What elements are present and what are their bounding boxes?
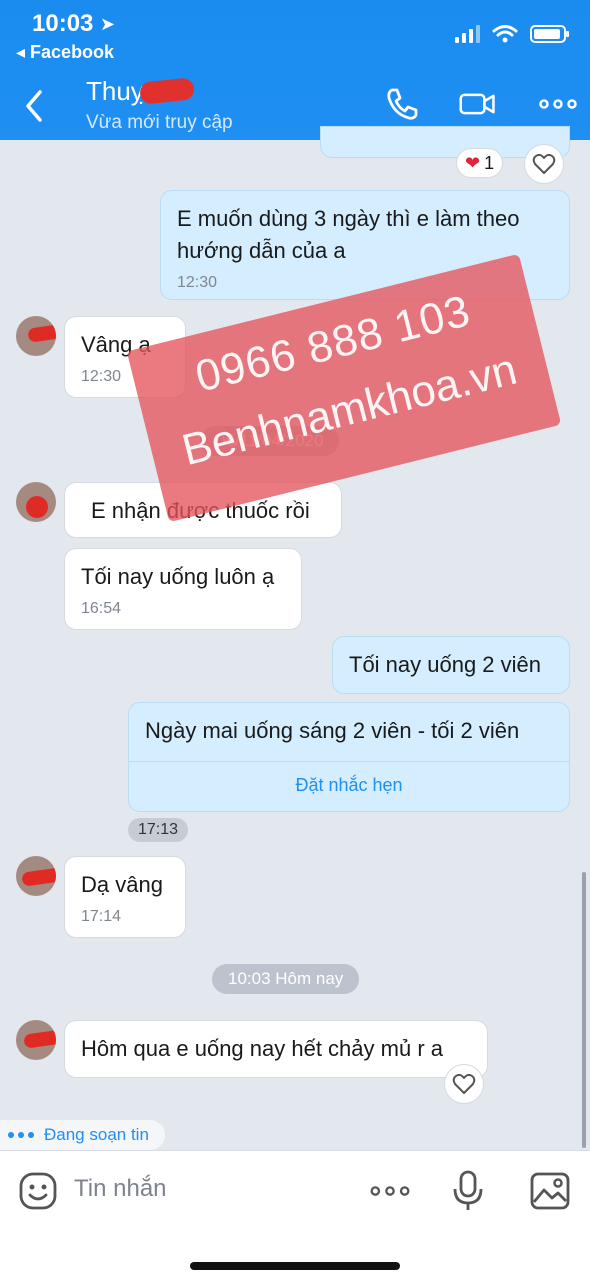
- composer: Tin nhắn: [0, 1150, 590, 1280]
- avatar[interactable]: [16, 856, 56, 896]
- battery-icon: [530, 25, 569, 43]
- contact-name[interactable]: Thuỵ: [86, 76, 144, 107]
- message-text: Ngày mai uống sáng 2 viên - tối 2 viên: [145, 718, 520, 743]
- signal-icon: [455, 25, 480, 43]
- phone-icon[interactable]: [382, 84, 422, 124]
- message-text: E nhận được thuốc rồi: [91, 498, 310, 523]
- home-indicator[interactable]: [190, 1262, 400, 1270]
- status-time: 10:03: [32, 10, 94, 37]
- status-icons: [455, 24, 569, 44]
- react-button[interactable]: [444, 1064, 484, 1104]
- location-arrow-icon: ➤: [100, 14, 116, 34]
- date-separator: 05/11/04/2020: [200, 426, 340, 456]
- scrollbar[interactable]: [582, 872, 586, 1148]
- react-button[interactable]: [524, 144, 564, 184]
- reaction-badge[interactable]: ❤ 1: [456, 148, 504, 178]
- message-time: 16:54: [81, 600, 122, 617]
- back-to-app-link[interactable]: ◂ Facebook: [16, 42, 114, 63]
- message-bubble-incoming[interactable]: Hôm qua e uống nay hết chảy mủ r a: [64, 1020, 488, 1078]
- back-icon[interactable]: [20, 86, 50, 126]
- video-icon[interactable]: [458, 84, 498, 124]
- set-reminder-link[interactable]: Đặt nhắc hẹn: [145, 774, 553, 796]
- date-separator: 10:03 Hôm nay: [212, 964, 360, 994]
- message-bubble-incoming[interactable]: Tối nay uống luôn ạ 16:54: [64, 548, 302, 630]
- image-icon[interactable]: [528, 1169, 572, 1213]
- message-text: Hôm qua e uống nay hết chảy mủ r a: [81, 1036, 443, 1061]
- message-bubble-incoming[interactable]: Dạ vâng 17:14: [64, 856, 186, 938]
- message-text: hướng dẫn của a: [177, 238, 346, 263]
- message-text: Tối nay uống 2 viên: [349, 652, 542, 677]
- more-icon[interactable]: [538, 84, 578, 124]
- message-bubble-incoming[interactable]: E nhận được thuốc rồi: [64, 482, 342, 538]
- message-text: Vâng ạ: [81, 332, 151, 357]
- message-bubble-outgoing[interactable]: Ngày mai uống sáng 2 viên - tối 2 viên Đ…: [128, 702, 570, 812]
- heart-icon: [532, 153, 556, 174]
- wifi-icon: [492, 25, 518, 43]
- message-text: Tối nay uống luôn ạ: [81, 564, 275, 589]
- message-time: 17:14: [81, 908, 122, 925]
- message-time: 12:30: [81, 368, 122, 385]
- mic-icon[interactable]: [446, 1169, 490, 1213]
- message-input[interactable]: Tin nhắn: [74, 1175, 167, 1203]
- name-redaction: [138, 77, 196, 105]
- message-time: 17:13: [128, 818, 189, 842]
- message-text: Dạ vâng: [81, 872, 163, 897]
- message-bubble-outgoing[interactable]: E muốn dùng 3 ngày thì e làm theo hướng …: [160, 190, 570, 300]
- more-icon[interactable]: [368, 1169, 412, 1213]
- emoji-icon[interactable]: [16, 1169, 60, 1213]
- message-text: E muốn dùng 3 ngày thì e làm theo: [177, 206, 520, 231]
- avatar[interactable]: [16, 482, 56, 522]
- top-bar: 10:03 ➤ ◂ Facebook Thuỵ Vừa mới truy cập: [0, 0, 590, 140]
- contact-status: Vừa mới truy cập: [86, 112, 233, 133]
- heart-icon: [452, 1073, 476, 1094]
- message-time: 12:30: [177, 274, 218, 291]
- reaction-count: 1: [484, 153, 495, 173]
- watermark-site: Benhnamkhoa.vn: [177, 344, 522, 476]
- message-bubble-outgoing[interactable]: Tối nay uống 2 viên: [332, 636, 570, 694]
- avatar[interactable]: [16, 316, 56, 356]
- heart-icon: ❤: [465, 153, 481, 173]
- typing-indicator: Đang soạn tin: [0, 1120, 165, 1150]
- typing-text: Đang soạn tin: [44, 1125, 149, 1144]
- avatar[interactable]: [16, 1020, 56, 1060]
- message-bubble-incoming[interactable]: Vâng ạ 12:30: [64, 316, 186, 398]
